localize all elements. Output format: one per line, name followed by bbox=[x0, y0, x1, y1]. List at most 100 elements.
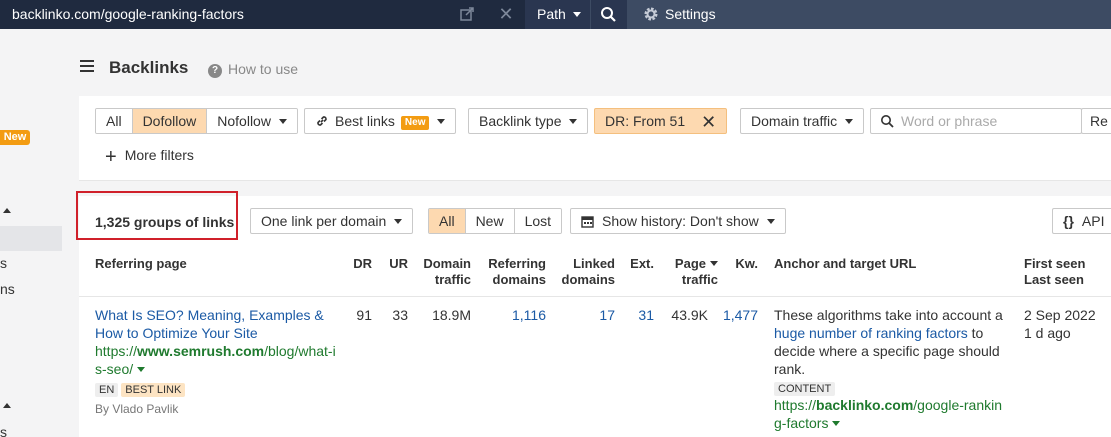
sidebar-item-label[interactable]: s bbox=[0, 255, 7, 271]
cell-referring-domains[interactable]: 1,116 bbox=[479, 306, 546, 324]
table-row-referring-page: What Is SEO? Meaning, Examples & How to O… bbox=[95, 306, 345, 418]
top-bar: backlinko.com/google-ranking-factors ✕ P… bbox=[0, 0, 1111, 29]
tab-lost[interactable]: Lost bbox=[514, 209, 562, 233]
col-ur[interactable]: UR bbox=[379, 256, 408, 272]
status-tabs: All New Lost bbox=[428, 208, 563, 234]
content-badge: CONTENT bbox=[774, 382, 836, 396]
external-link-icon[interactable] bbox=[458, 5, 476, 23]
chevron-down-icon[interactable] bbox=[832, 421, 841, 426]
mode-label: Path bbox=[537, 6, 566, 22]
tab-new[interactable]: New bbox=[465, 209, 515, 233]
col-ext[interactable]: Ext. bbox=[620, 256, 654, 272]
collapse-arrow-icon[interactable] bbox=[3, 403, 11, 408]
follow-type-toggle: All Dofollow Nofollow bbox=[95, 108, 298, 134]
search-icon bbox=[601, 7, 616, 22]
col-first-last-seen[interactable]: First seen Last seen bbox=[1024, 256, 1085, 288]
show-history-dropdown[interactable]: Show history: Don't show bbox=[570, 208, 786, 234]
filter-all[interactable]: All bbox=[96, 109, 133, 133]
backlink-type-dropdown[interactable]: Backlink type bbox=[468, 108, 589, 134]
col-linked-domains-line2: domains bbox=[561, 272, 615, 287]
cell-domain-traffic: 18.9M bbox=[432, 307, 471, 323]
url-prefix: https:// bbox=[774, 397, 817, 413]
api-button[interactable]: {} API bbox=[1052, 208, 1111, 234]
col-linked-domains[interactable]: Linked domains bbox=[554, 256, 615, 288]
col-domain-traffic-line2: traffic bbox=[434, 272, 471, 287]
best-link-badge: BEST LINK bbox=[121, 383, 186, 397]
chevron-down-icon bbox=[278, 119, 287, 124]
more-filters-button[interactable]: + More filters bbox=[105, 147, 194, 167]
new-badge: New bbox=[400, 116, 430, 130]
title-line: How to Optimize Your Site bbox=[95, 325, 258, 341]
chevron-down-icon bbox=[437, 119, 446, 124]
col-kw[interactable]: Kw. bbox=[727, 256, 758, 272]
dr-filter-label: DR: From 51 bbox=[605, 113, 686, 129]
grouping-label: One link per domain bbox=[261, 213, 387, 229]
search-icon bbox=[881, 115, 894, 128]
cell-dr: 91 bbox=[356, 307, 372, 323]
how-to-use-link[interactable]: ? How to use bbox=[208, 61, 298, 78]
close-icon[interactable]: ✕ bbox=[701, 113, 716, 131]
sidebar-item-label[interactable]: s bbox=[0, 424, 7, 437]
results-count: 1,325 groups of links bbox=[95, 214, 235, 230]
filter-nofollow-label: Nofollow bbox=[217, 113, 271, 129]
col-domain-traffic[interactable]: Domain traffic bbox=[414, 256, 471, 288]
col-page-traffic-line2: traffic bbox=[681, 272, 718, 287]
mode-select[interactable]: Path bbox=[525, 0, 590, 29]
menu-icon[interactable] bbox=[80, 60, 94, 72]
backlink-type-label: Backlink type bbox=[479, 113, 562, 129]
gear-icon bbox=[644, 7, 658, 21]
show-history-label: Show history: Don't show bbox=[602, 213, 759, 229]
collapse-arrow-icon[interactable] bbox=[3, 208, 11, 213]
settings-button[interactable]: Settings bbox=[643, 6, 716, 22]
search-input[interactable] bbox=[901, 111, 1076, 131]
cell-ur: 33 bbox=[392, 307, 408, 323]
url-path: s-seo/ bbox=[95, 361, 134, 377]
clear-icon[interactable]: ✕ bbox=[497, 5, 515, 23]
domain-traffic-dropdown[interactable]: Domain traffic bbox=[740, 108, 865, 134]
anchor-text: decide where a specific page should bbox=[774, 343, 1000, 359]
col-first-seen: First seen bbox=[1024, 256, 1086, 271]
referring-page-url[interactable]: https://www.semrush.com/blog/what-i s-seo… bbox=[95, 342, 345, 378]
cell-kw[interactable]: 1,477 bbox=[717, 306, 758, 324]
help-icon: ? bbox=[208, 64, 222, 78]
url-path: g-factors bbox=[774, 415, 829, 431]
cell-linked-domains[interactable]: 17 bbox=[554, 306, 615, 324]
col-dr[interactable]: DR bbox=[344, 256, 372, 272]
chevron-down-icon[interactable] bbox=[137, 367, 146, 372]
col-last-seen: Last seen bbox=[1024, 272, 1084, 287]
search-field[interactable] bbox=[870, 108, 1082, 134]
referring-page-title[interactable]: What Is SEO? Meaning, Examples & How to O… bbox=[95, 306, 345, 342]
sort-desc-icon bbox=[710, 261, 718, 266]
tab-all[interactable]: All bbox=[429, 209, 466, 233]
url-bar[interactable]: backlinko.com/google-ranking-factors ✕ bbox=[0, 0, 525, 29]
search-mode-dropdown[interactable]: Re bbox=[1081, 108, 1111, 134]
col-linked-domains-line1: Linked bbox=[573, 256, 615, 271]
dr-filter-chip[interactable]: DR: From 51 ✕ bbox=[594, 108, 728, 134]
cell-page-traffic: 43.9K bbox=[671, 307, 708, 323]
col-anchor[interactable]: Anchor and target URL bbox=[774, 256, 916, 272]
search-button[interactable] bbox=[591, 0, 627, 29]
best-links-button[interactable]: Best links New bbox=[304, 108, 457, 134]
filter-nofollow[interactable]: Nofollow bbox=[207, 109, 297, 133]
sidebar-item-label[interactable]: ns bbox=[0, 281, 15, 297]
domain-traffic-label: Domain traffic bbox=[751, 113, 838, 129]
col-referring-domains[interactable]: Referring domains bbox=[479, 256, 546, 288]
anchor-link[interactable]: huge number of ranking factors bbox=[774, 325, 968, 341]
code-braces-icon: {} bbox=[1063, 213, 1074, 229]
calendar-icon bbox=[581, 216, 594, 228]
cell-seen: 2 Sep 2022 1 d ago bbox=[1024, 306, 1109, 342]
chevron-down-icon bbox=[845, 119, 854, 124]
filter-dofollow[interactable]: Dofollow bbox=[132, 109, 208, 133]
sidebar-item-selected[interactable] bbox=[0, 226, 62, 251]
url-path: /blog/what-i bbox=[264, 343, 336, 359]
link-icon bbox=[317, 116, 327, 126]
col-page-traffic[interactable]: Page traffic bbox=[663, 256, 718, 288]
cell-ext[interactable]: 31 bbox=[620, 306, 654, 324]
col-referring-page[interactable]: Referring page bbox=[95, 256, 187, 272]
target-url[interactable]: https://backlinko.com/google-rankin g-fac… bbox=[774, 396, 1009, 432]
last-seen-date: 1 d ago bbox=[1024, 325, 1071, 341]
url-input[interactable]: backlinko.com/google-ranking-factors bbox=[12, 6, 244, 22]
anchor-text: to bbox=[967, 325, 984, 341]
sidebar: New s ns s bbox=[0, 41, 79, 437]
grouping-dropdown[interactable]: One link per domain bbox=[250, 208, 414, 234]
